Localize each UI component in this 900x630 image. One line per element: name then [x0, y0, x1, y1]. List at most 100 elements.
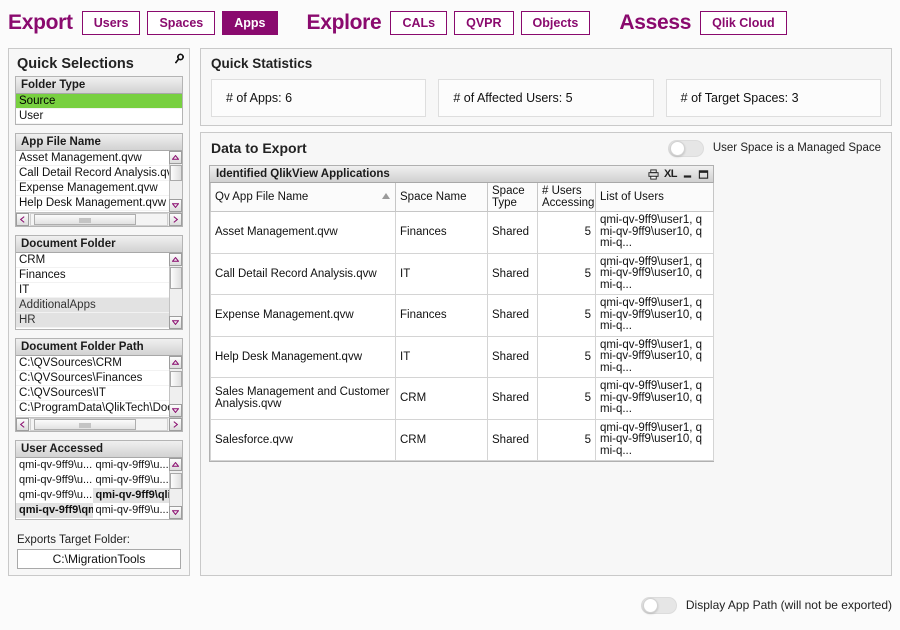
listbox-document-folder[interactable]: Document Folder CRM Finances IT Addition… [15, 53, 184, 330]
print-icon[interactable] [648, 169, 659, 180]
horizontal-scrollbar[interactable] [16, 212, 182, 226]
nav-button-users[interactable]: Users [81, 11, 141, 35]
nav-button-objects[interactable]: Objects [520, 11, 591, 35]
scroll-left-icon[interactable] [16, 213, 29, 226]
horizontal-scrollbar[interactable] [16, 417, 182, 431]
table-caption-bar: Identified QlikView Applications XL [210, 166, 713, 183]
list-item[interactable]: C:\ProgramData\QlikTech\Docum [16, 401, 169, 416]
scroll-right-icon[interactable] [169, 418, 182, 431]
list-item[interactable]: Help Desk Management.qvw [16, 196, 169, 211]
list-item-cell[interactable]: qmi-qv-9ff9\qlik [92, 488, 169, 503]
scroll-down-icon[interactable] [169, 506, 182, 519]
list-item[interactable]: C:\QVSources\IT [16, 386, 169, 401]
list-item-cell[interactable]: qmi-qv-9ff9\u... [93, 503, 170, 518]
nav-button-apps[interactable]: Apps [222, 11, 278, 35]
list-item-cell[interactable]: qmi-qv-9ff9\u... [16, 488, 93, 503]
cell-space-name: CRM [395, 418, 488, 461]
list-item[interactable]: Finances [16, 268, 169, 283]
column-header-app-file-name[interactable]: Qv App File Name [210, 183, 396, 212]
list-item[interactable]: Call Detail Record Analysis.qvw [16, 166, 169, 181]
table-row[interactable]: Sales Management and Customer Analysis.q… [210, 377, 714, 420]
table-row[interactable]: Help Desk Management.qvw IT Shared 5 qmi… [210, 335, 714, 378]
list-item[interactable]: AdditionalApps [16, 298, 169, 313]
list-item[interactable]: Asset Management.qvw [16, 151, 169, 166]
data-to-export-header: Data to Export User Space is a Managed S… [201, 133, 891, 163]
list-item-cell[interactable]: qmi-qv-9ff9\u... [93, 473, 170, 488]
listbox-document-folder-path[interactable]: Document Folder Path C:\QVSources\CRM C:… [15, 53, 184, 432]
scrollbar-thumb[interactable] [34, 419, 136, 430]
magnifier-icon[interactable] [174, 52, 185, 65]
nav-button-qlik-cloud[interactable]: Qlik Cloud [700, 11, 787, 35]
table-row[interactable]: Asset Management.qvw Finances Shared 5 q… [210, 211, 714, 254]
list-item[interactable]: qmi-qv-9ff9\u... qmi-qv-9ff9\u... [16, 473, 169, 488]
exports-target-folder-input[interactable] [17, 549, 181, 569]
cell-space-type: Shared [487, 294, 538, 337]
hscroll-track[interactable] [30, 418, 168, 431]
vertical-scrollbar[interactable] [169, 253, 182, 329]
vertical-scrollbar[interactable] [169, 458, 182, 519]
scroll-up-icon[interactable] [169, 253, 182, 266]
list-item[interactable]: IT [16, 283, 169, 298]
listbox-user-accessed-body[interactable]: qmi-qv-9ff9\u... qmi-qv-9ff9\u... qmi-qv… [16, 458, 182, 519]
list-item[interactable]: Source [16, 94, 182, 109]
table-row[interactable]: Call Detail Record Analysis.qvw IT Share… [210, 252, 714, 295]
scroll-up-icon[interactable] [169, 151, 182, 164]
scroll-up-icon[interactable] [169, 458, 182, 471]
listbox-app-file-name-body[interactable]: Asset Management.qvw Call Detail Record … [16, 151, 182, 212]
list-item[interactable]: qmi-qv-9ff9\u... qmi-qv-9ff9\qlik [16, 488, 169, 503]
nav-button-qvpr[interactable]: QVPR [454, 11, 514, 35]
list-item[interactable]: Expense Management.qvw [16, 181, 169, 196]
scroll-down-icon[interactable] [169, 199, 182, 212]
scrollbar-thumb[interactable] [34, 214, 136, 225]
list-item-cell[interactable]: qmi-qv-9ff9\u... [93, 458, 170, 473]
list-item[interactable]: qmi-qv-9ff9\u... qmi-qv-9ff9\u... [16, 458, 169, 473]
listbox-app-file-name[interactable]: App File Name Asset Management.qvw Call … [15, 53, 184, 227]
scrollbar-thumb[interactable] [170, 371, 182, 387]
vertical-scrollbar[interactable] [169, 151, 182, 212]
listbox-user-accessed-caption: User Accessed [16, 441, 182, 458]
list-item[interactable]: qmi-qv-9ff9\qmi qmi-qv-9ff9\u... [16, 503, 169, 518]
cell-users-accessing: 5 [537, 377, 596, 420]
listbox-document-folder-path-body[interactable]: C:\QVSources\CRM C:\QVSources\Finances C… [16, 356, 182, 417]
listbox-folder-type[interactable]: Folder Type Source User [15, 53, 184, 125]
cell-space-type: Shared [487, 211, 538, 254]
scroll-down-icon[interactable] [169, 316, 182, 329]
hscroll-track[interactable] [30, 213, 168, 226]
nav-button-cals[interactable]: CALs [390, 11, 448, 35]
list-item[interactable]: HR [16, 313, 169, 328]
listbox-user-accessed[interactable]: User Accessed qmi-qv-9ff9\u... qmi-qv-9f… [15, 53, 184, 520]
display-app-path-toggle[interactable] [640, 596, 677, 614]
scroll-up-icon[interactable] [169, 356, 182, 369]
scroll-left-icon[interactable] [16, 418, 29, 431]
column-header-users-accessing[interactable]: # Users Accessing [537, 183, 596, 212]
nav-button-spaces[interactable]: Spaces [147, 11, 216, 35]
vertical-scrollbar[interactable] [169, 356, 182, 417]
column-header-list-of-users[interactable]: List of Users [595, 183, 714, 212]
listbox-folder-type-body[interactable]: Source User [16, 94, 182, 124]
list-item[interactable]: User [16, 109, 182, 124]
listbox-document-folder-body[interactable]: CRM Finances IT AdditionalApps HR [16, 253, 182, 329]
table-row[interactable]: Expense Management.qvw Finances Shared 5… [210, 294, 714, 337]
scroll-right-icon[interactable] [169, 213, 182, 226]
cell-app-file-name: Call Detail Record Analysis.qvw [210, 252, 396, 295]
scrollbar-thumb[interactable] [170, 473, 182, 489]
list-item-cell[interactable]: qmi-qv-9ff9\u... [16, 458, 93, 473]
scrollbar-thumb[interactable] [170, 165, 182, 181]
minimize-icon[interactable] [682, 169, 693, 180]
cell-users-accessing: 5 [537, 211, 596, 254]
scroll-down-icon[interactable] [169, 404, 182, 417]
list-item-cell[interactable]: qmi-qv-9ff9\qmi [16, 503, 93, 518]
managed-space-toggle[interactable] [667, 139, 704, 157]
scrollbar-thumb[interactable] [170, 267, 182, 289]
column-header-space-name[interactable]: Space Name [395, 183, 488, 212]
column-header-space-type[interactable]: Space Type [487, 183, 538, 212]
table-row[interactable]: Salesforce.qvw CRM Shared 5 qmi-qv-9ff9\… [210, 418, 714, 461]
excel-export-icon[interactable]: XL [664, 166, 678, 183]
list-item-cell[interactable]: qmi-qv-9ff9\u... [16, 473, 93, 488]
cell-space-type: Shared [487, 418, 538, 461]
list-item[interactable]: CRM [16, 253, 169, 268]
nav-group-title-explore: Explore [306, 11, 382, 34]
maximize-icon[interactable] [698, 169, 709, 180]
list-item[interactable]: C:\QVSources\CRM [16, 356, 169, 371]
list-item[interactable]: C:\QVSources\Finances [16, 371, 169, 386]
